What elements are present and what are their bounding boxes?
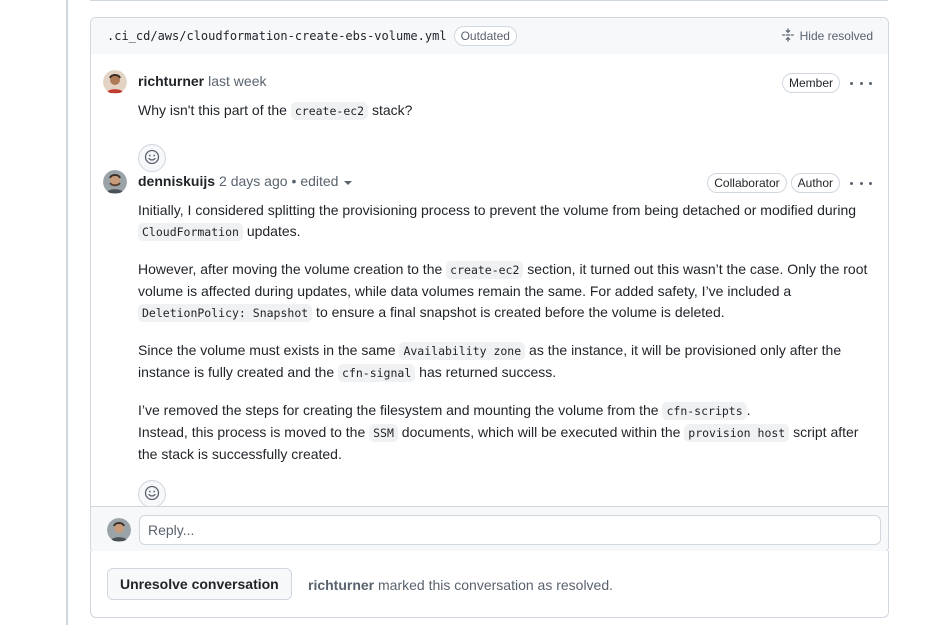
body-text: Since the volume must exists in the same [138, 342, 400, 358]
timeline-line [66, 0, 68, 625]
resolver-author[interactable]: richturner [308, 577, 374, 593]
comment-author[interactable]: denniskuijs [138, 173, 215, 189]
body-text: However, after moving the volume creatio… [138, 261, 447, 277]
body-text: Instead, this process is moved to the [138, 424, 370, 440]
member-badge: Member [781, 73, 840, 93]
comment-badges: Member [781, 73, 840, 93]
inline-code: Availability zone [399, 342, 526, 360]
chevron-down-icon[interactable] [344, 181, 353, 185]
more-options-button[interactable] [850, 175, 872, 191]
thread-header: .ci_cd/aws/cloudformation-create-ebs-vol… [91, 18, 888, 54]
body-text: updates. [242, 223, 301, 239]
resolved-status: richturner marked this conversation as r… [308, 577, 613, 593]
add-reaction-button[interactable] [138, 144, 166, 172]
resolved-message: marked this conversation as resolved. [374, 577, 614, 593]
body-text: I’ve removed the steps for creating the … [138, 402, 663, 418]
inline-code: cfn-signal [338, 364, 416, 382]
body-text: Initially, I considered splitting the pr… [138, 202, 857, 218]
inline-code: CloudFormation [138, 223, 243, 241]
comment-body: Initially, I considered splitting the pr… [138, 200, 878, 481]
body-text: has returned success. [415, 364, 557, 380]
review-thread: .ci_cd/aws/cloudformation-create-ebs-vol… [90, 17, 889, 553]
more-options-button[interactable] [850, 75, 872, 91]
hide-resolved-label: Hide resolved [799, 29, 873, 43]
inline-code: create-ec2 [290, 102, 369, 120]
inline-code: create-ec2 [446, 261, 524, 279]
author-badge: Author [790, 173, 840, 193]
add-reaction-button[interactable] [138, 480, 166, 508]
kebab-horizontal-icon [850, 181, 853, 185]
body-text: . [746, 402, 751, 418]
kebab-horizontal-icon [850, 81, 853, 85]
body-text: to ensure a final snapshot is created be… [312, 304, 725, 320]
current-user-avatar [107, 518, 131, 542]
unresolve-conversation-button[interactable]: Unresolve conversation [107, 568, 292, 600]
hide-resolved-button[interactable]: Hide resolved [781, 18, 873, 54]
body-text: stack? [368, 102, 413, 118]
collaborator-badge: Collaborator [707, 173, 787, 193]
inline-code: cfn-scripts [662, 402, 747, 420]
reply-input[interactable]: Reply... [139, 515, 881, 545]
smiley-icon [144, 149, 160, 168]
body-text: documents, which will be executed within… [397, 424, 685, 440]
edited-dropdown[interactable]: • edited [292, 173, 339, 189]
top-divider [90, 0, 888, 1]
resolved-footer: Unresolve conversation richturner marked… [90, 551, 889, 618]
reply-bar: Reply... [91, 506, 888, 552]
comment-time[interactable]: last week [208, 73, 266, 89]
comment-author[interactable]: richturner [138, 73, 204, 89]
file-path[interactable]: .ci_cd/aws/cloudformation-create-ebs-vol… [107, 29, 447, 43]
comment-header: richturner last week [138, 73, 266, 89]
avatar[interactable] [103, 170, 127, 194]
comment-header: denniskuijs 2 days ago • edited [138, 173, 353, 189]
fold-icon [781, 27, 800, 45]
comment-body: Why isn't this part of the create-ec2 st… [138, 100, 878, 138]
outdated-badge: Outdated [453, 26, 517, 46]
inline-code: DeletionPolicy: Snapshot [138, 304, 313, 322]
comment-time[interactable]: 2 days ago [219, 173, 288, 189]
inline-code: SSM [369, 424, 398, 442]
smiley-icon [144, 485, 160, 504]
inline-code: provision host [684, 424, 790, 442]
body-text: Why isn't this part of the [138, 102, 291, 118]
avatar[interactable] [103, 70, 127, 94]
comment-badges: Collaborator Author [707, 173, 840, 193]
